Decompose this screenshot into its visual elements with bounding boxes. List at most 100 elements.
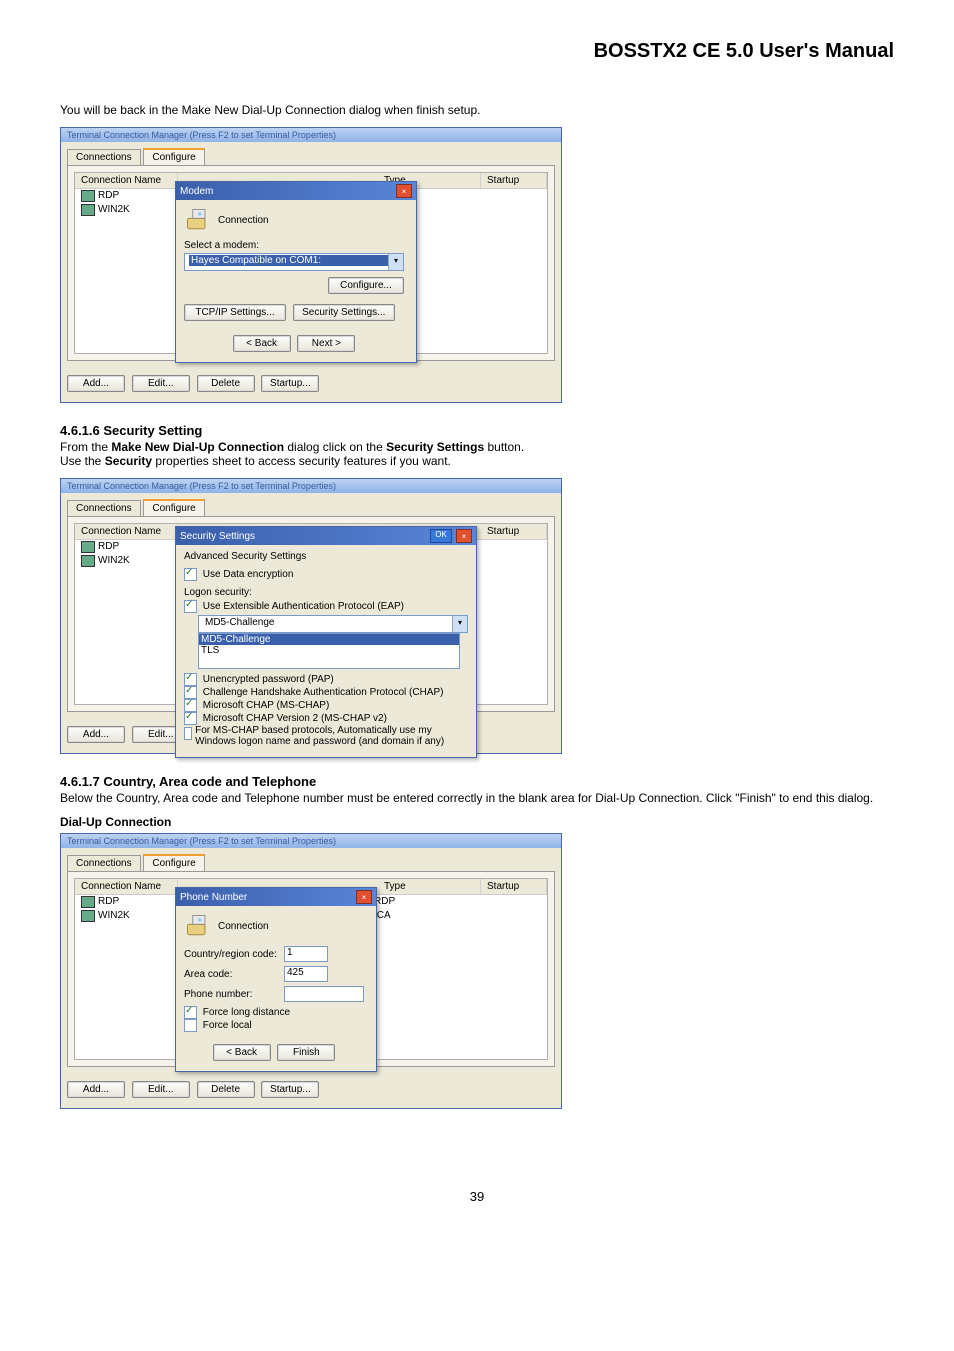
modem-dialog-body: Connection Select a modem: Hayes Compati… [176, 200, 416, 362]
force-long-distance-checkbox[interactable] [184, 1006, 197, 1019]
section-4616-heading: 4.6.1.6 Security Setting [60, 423, 894, 438]
eap-label: Use Extensible Authentication Protocol (… [203, 601, 404, 612]
startup-button[interactable]: Startup... [261, 1081, 319, 1098]
ica-icon [81, 555, 95, 567]
tcm-window-phone: Terminal Connection Manager (Press F2 to… [60, 833, 562, 1109]
phone-dialog-title: Phone Number [180, 892, 247, 903]
force-local-checkbox[interactable] [184, 1019, 197, 1032]
back-button[interactable]: < Back [233, 335, 291, 352]
area-code-label: Area code: [184, 969, 284, 980]
conn-name: WIN2K [98, 910, 174, 922]
close-icon[interactable]: × [456, 529, 472, 543]
conn-name: RDP [98, 190, 174, 202]
eap-checkbox[interactable] [184, 600, 197, 613]
phone-number-field[interactable] [284, 986, 364, 1002]
rdp-icon [81, 190, 95, 202]
modem-dialog-titlebar: Modem × [176, 182, 416, 200]
conn-type: RDP [374, 896, 395, 908]
tab-configure[interactable]: Configure [143, 499, 204, 516]
close-icon[interactable]: × [356, 890, 372, 904]
add-button[interactable]: Add... [67, 726, 125, 743]
tab-connections[interactable]: Connections [67, 149, 141, 165]
security-settings-button[interactable]: Security Settings... [293, 304, 395, 321]
tcm-window-modem: Terminal Connection Manager (Press F2 to… [60, 127, 562, 403]
security-dialog-titlebar: Security Settings OK × [176, 527, 476, 545]
ica-icon [81, 910, 95, 922]
tcm-titlebar: Terminal Connection Manager (Press F2 to… [61, 128, 561, 142]
tcm-tabs: Connections Configure [61, 848, 561, 871]
tcpip-settings-button[interactable]: TCP/IP Settings... [184, 304, 286, 321]
header-name[interactable]: Connection Name [75, 879, 178, 894]
finish-button[interactable]: Finish [277, 1044, 335, 1061]
area-code-field[interactable]: 425 [284, 966, 328, 982]
t4: Security Settings [386, 440, 484, 454]
conn-name: RDP [98, 541, 174, 553]
header-name[interactable]: Connection Name [75, 524, 178, 539]
back-button[interactable]: < Back [213, 1044, 271, 1061]
tcm-button-row: Add... Edit... Delete Startup... [61, 367, 561, 402]
header-startup[interactable]: Startup [481, 173, 547, 188]
eap-listbox[interactable]: MD5-Challenge TLS [198, 633, 460, 669]
header-name[interactable]: Connection Name [75, 173, 178, 188]
close-icon[interactable]: × [396, 184, 412, 198]
add-button[interactable]: Add... [67, 375, 125, 392]
edit-button[interactable]: Edit... [132, 1081, 190, 1098]
tcm-titlebar: Terminal Connection Manager (Press F2 to… [61, 479, 561, 493]
phone-dialog-body: Connection Country/region code: 1 Area c… [176, 906, 376, 1071]
connection-rows: RDP RDP WIN2K ICA Phone Number × [75, 895, 547, 1059]
startup-button[interactable]: Startup... [261, 375, 319, 392]
delete-button[interactable]: Delete [197, 375, 255, 392]
configure-button[interactable]: Configure... [328, 277, 404, 294]
tcm-panel: Connection Name Type Startup RDP RDP WIN… [67, 871, 555, 1067]
tab-configure[interactable]: Configure [143, 148, 204, 165]
edit-button[interactable]: Edit... [132, 375, 190, 392]
connection-list: Connection Name Type Startup RDP RDP WIN… [74, 878, 548, 1060]
header-startup[interactable]: Startup [481, 524, 547, 539]
intro-paragraph: You will be back in the Make New Dial-Up… [60, 103, 894, 117]
section-4617-text: Below the Country, Area code and Telepho… [60, 791, 894, 805]
chevron-down-icon: ▾ [388, 254, 403, 270]
conn-name: WIN2K [98, 204, 174, 216]
tcm-button-row: Add... Edit... Delete Startup... [61, 1073, 561, 1108]
data-encryption-label: Use Data encryption [203, 569, 294, 580]
conn-name: RDP [98, 896, 174, 908]
phone-number-label: Phone number: [184, 989, 284, 1000]
ok-button[interactable]: OK [430, 529, 452, 543]
next-button[interactable]: Next > [297, 335, 355, 352]
eap-dropdown[interactable]: MD5-Challenge ▾ [198, 615, 468, 633]
tcm-panel: Connection Name Type Startup RDP WIN2K S… [67, 516, 555, 712]
t2: Make New Dial-Up Connection [111, 440, 284, 454]
chevron-down-icon: ▾ [452, 616, 467, 632]
mschap2-checkbox[interactable] [184, 712, 197, 725]
tab-configure[interactable]: Configure [143, 854, 204, 871]
t3: dialog click on the [284, 440, 386, 454]
data-encryption-checkbox[interactable] [184, 568, 197, 581]
add-button[interactable]: Add... [67, 1081, 125, 1098]
modem-dialog-title: Modem [180, 186, 213, 197]
tab-connections[interactable]: Connections [67, 500, 141, 516]
delete-button[interactable]: Delete [197, 1081, 255, 1098]
t6: Use the [60, 454, 105, 468]
connection-wizard-icon [184, 912, 212, 940]
tab-connections[interactable]: Connections [67, 855, 141, 871]
tcm-window-security: Terminal Connection Manager (Press F2 to… [60, 478, 562, 754]
country-code-value: 1 [287, 947, 293, 958]
connection-rows: RDP RDP WIN2K ICA Modem × [75, 189, 547, 353]
country-code-label: Country/region code: [184, 949, 284, 960]
tcm-tabs: Connections Configure [61, 142, 561, 165]
security-dialog-title: Security Settings [180, 531, 255, 542]
connection-label: Connection [218, 921, 269, 932]
listbox-item[interactable]: MD5-Challenge [199, 634, 459, 645]
eap-selected: MD5-Challenge [203, 617, 276, 628]
header-startup[interactable]: Startup [481, 879, 547, 894]
rdp-icon [81, 541, 95, 553]
connection-rows: RDP WIN2K Security Settings OK × [75, 540, 547, 704]
country-code-field[interactable]: 1 [284, 946, 328, 962]
auto-logon-checkbox[interactable] [184, 727, 192, 740]
ica-icon [81, 204, 95, 216]
header-type[interactable]: Type [378, 879, 481, 894]
page-number: 39 [60, 1189, 894, 1204]
modem-dropdown[interactable]: Hayes Compatible on COM1: ▾ [184, 253, 404, 271]
listbox-item[interactable]: TLS [199, 645, 459, 656]
force-long-distance-label: Force long distance [203, 1007, 290, 1018]
